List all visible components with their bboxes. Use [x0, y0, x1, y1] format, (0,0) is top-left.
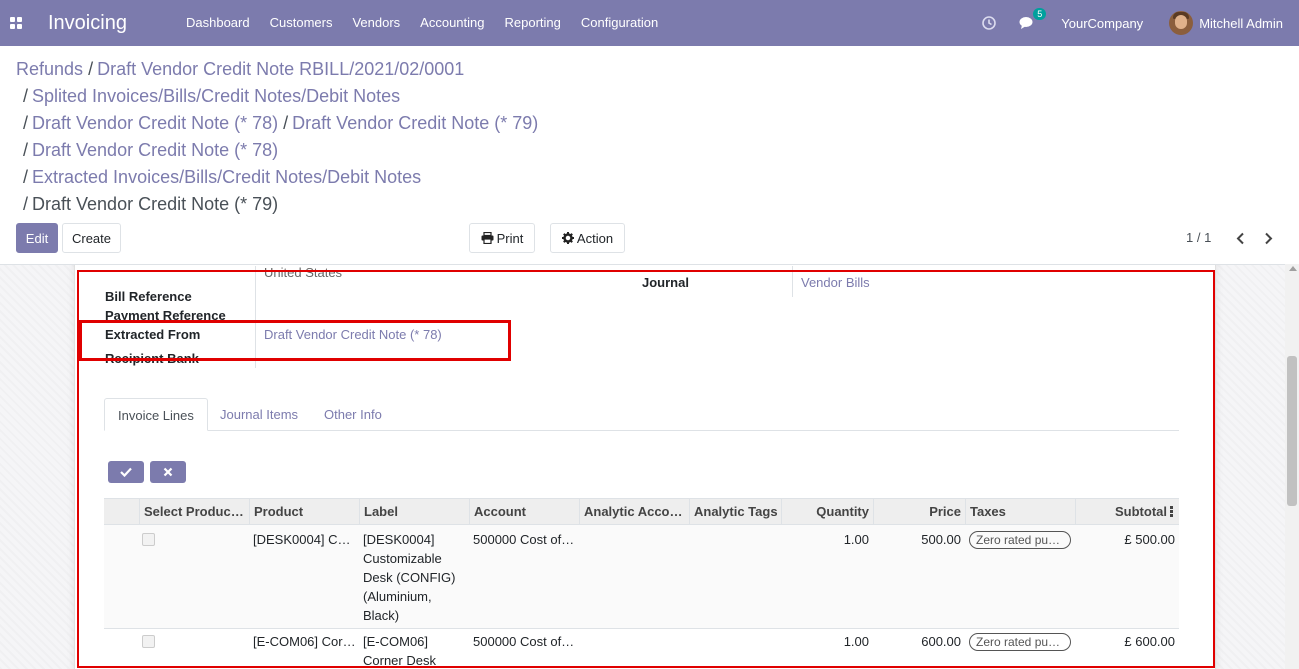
scroll-up-arrow-icon[interactable] — [1289, 266, 1297, 271]
row-quantity-cell[interactable]: 1.00 — [781, 632, 869, 651]
row-account-cell[interactable]: 500000 Cost of… — [473, 632, 577, 651]
breadcrumb: Refunds / Draft Vendor Credit Note RBILL/… — [16, 56, 1216, 218]
recipient-bank-label: Recipient Bank — [105, 351, 199, 366]
extracted-from-link[interactable]: Draft Vendor Credit Note (* 78) — [264, 327, 442, 342]
row-product-cell[interactable]: [E-COM06] Cor… — [253, 632, 357, 651]
field-divider — [255, 266, 256, 368]
menu-reporting[interactable]: Reporting — [495, 0, 571, 46]
breadcrumb-credit-note[interactable]: Draft Vendor Credit Note RBILL/2021/02/0… — [97, 59, 464, 79]
check-icon — [120, 467, 132, 477]
breadcrumb-separator: / — [283, 113, 289, 133]
breadcrumb-extracted[interactable]: Extracted Invoices/Bills/Credit Notes/De… — [32, 167, 421, 187]
row-tax-badge: Zero rated pur… — [969, 531, 1071, 549]
row-price-cell[interactable]: 600.00 — [873, 632, 961, 651]
column-header-analytic-tags[interactable]: Analytic Tags — [689, 499, 781, 525]
activity-clock-icon[interactable] — [981, 15, 997, 31]
breadcrumb-separator: / — [23, 167, 29, 187]
column-options-icon[interactable] — [1170, 506, 1173, 517]
company-switcher[interactable]: YourCompany — [1061, 16, 1143, 31]
row-price-cell[interactable]: 500.00 — [873, 530, 961, 549]
breadcrumb-splited[interactable]: Splited Invoices/Bills/Credit Notes/Debi… — [32, 86, 400, 106]
row-select-checkbox[interactable] — [142, 533, 155, 546]
tab-journal-items[interactable]: Journal Items — [207, 398, 311, 431]
field-divider — [792, 266, 793, 297]
row-select-checkbox[interactable] — [142, 635, 155, 648]
tab-invoice-lines[interactable]: Invoice Lines — [104, 398, 208, 431]
user-avatar[interactable] — [1169, 11, 1194, 35]
action-label: Action — [576, 230, 614, 246]
close-icon — [163, 467, 173, 477]
column-header-quantity[interactable]: Quantity — [781, 499, 873, 525]
action-button[interactable]: Action — [550, 223, 625, 253]
journal-label: Journal — [642, 275, 689, 290]
payment-reference-label: Payment Reference — [105, 308, 226, 323]
pager-next-button[interactable] — [1261, 229, 1275, 247]
row-tax-badge: Zero rated pur… — [969, 633, 1071, 651]
menu-configuration[interactable]: Configuration — [571, 0, 668, 46]
breadcrumb-separator: / — [23, 113, 29, 133]
column-header-select-product[interactable]: Select Produc… — [139, 499, 249, 525]
row-subtotal-cell: £ 500.00 — [1124, 532, 1175, 547]
breadcrumb-refunds[interactable]: Refunds — [16, 59, 83, 79]
confirm-selection-button[interactable] — [108, 461, 144, 483]
apps-menu-icon[interactable] — [0, 0, 32, 46]
messaging-button[interactable]: 5 — [1019, 8, 1047, 31]
user-menu[interactable]: Mitchell Admin — [1199, 16, 1283, 31]
row-quantity-cell[interactable]: 1.00 — [781, 530, 869, 549]
main-menu: Dashboard Customers Vendors Accounting R… — [176, 0, 668, 46]
notebook-tabs: Invoice Lines Journal Items Other Info — [104, 398, 1179, 431]
row-product-cell[interactable]: [DESK0004] C… — [253, 530, 357, 549]
row-label-cell[interactable]: [E-COM06] Corner Desk — [363, 632, 467, 669]
menu-customers[interactable]: Customers — [260, 0, 343, 46]
print-label: Print — [496, 230, 524, 246]
extracted-from-label: Extracted From — [105, 327, 201, 342]
column-header-product[interactable]: Product — [249, 499, 359, 525]
menu-dashboard[interactable]: Dashboard — [176, 0, 260, 46]
pager-previous-button[interactable] — [1233, 229, 1247, 247]
tab-other-info[interactable]: Other Info — [311, 398, 395, 431]
bill-reference-label: Bill Reference — [105, 289, 192, 304]
scrollbar-thumb[interactable] — [1287, 356, 1297, 506]
gear-icon — [561, 232, 574, 244]
top-navbar: Invoicing Dashboard Customers Vendors Ac… — [0, 0, 1299, 46]
breadcrumb-credit-note-79[interactable]: Draft Vendor Credit Note (* 79) — [292, 113, 538, 133]
column-header-analytic-account[interactable]: Analytic Acco… — [579, 499, 689, 525]
breadcrumb-credit-note-78[interactable]: Draft Vendor Credit Note (* 78) — [32, 113, 278, 133]
row-account-cell[interactable]: 500000 Cost of… — [473, 530, 577, 549]
chevron-right-icon — [1264, 232, 1272, 244]
column-header-price[interactable]: Price — [873, 499, 965, 525]
column-header-account[interactable]: Account — [469, 499, 579, 525]
breadcrumb-separator: / — [23, 86, 29, 106]
menu-vendors[interactable]: Vendors — [342, 0, 410, 46]
column-header-subtotal[interactable]: Subtotal — [1075, 499, 1179, 525]
breadcrumb-current: Draft Vendor Credit Note (* 79) — [32, 194, 279, 214]
breadcrumb-separator: / — [23, 140, 29, 160]
row-label-cell[interactable]: [DESK0004] Customizable Desk (CONFIG) (A… — [363, 530, 467, 625]
row-subtotal-cell: £ 600.00 — [1124, 634, 1175, 649]
print-button[interactable]: Print — [469, 223, 535, 253]
column-header-taxes[interactable]: Taxes — [965, 499, 1075, 525]
breadcrumb-credit-note-78-b[interactable]: Draft Vendor Credit Note (* 78) — [32, 140, 278, 160]
app-title[interactable]: Invoicing — [48, 12, 176, 35]
breadcrumb-separator: / — [88, 59, 94, 79]
chat-count-badge: 5 — [1033, 8, 1047, 20]
edit-button[interactable]: Edit — [16, 223, 58, 253]
create-button[interactable]: Create — [62, 223, 121, 253]
discard-selection-button[interactable] — [150, 461, 186, 483]
column-header-label[interactable]: Label — [359, 499, 469, 525]
printer-icon — [481, 232, 494, 244]
breadcrumb-separator: / — [23, 194, 29, 214]
partner-address-line: United States — [264, 265, 343, 280]
chevron-left-icon — [1236, 232, 1244, 244]
journal-link[interactable]: Vendor Bills — [801, 275, 870, 290]
menu-accounting[interactable]: Accounting — [410, 0, 494, 46]
pager-value[interactable]: 1 / 1 — [1186, 230, 1211, 245]
invoice-lines-table-header: Select Produc… Product Label Account Ana… — [104, 498, 1179, 525]
